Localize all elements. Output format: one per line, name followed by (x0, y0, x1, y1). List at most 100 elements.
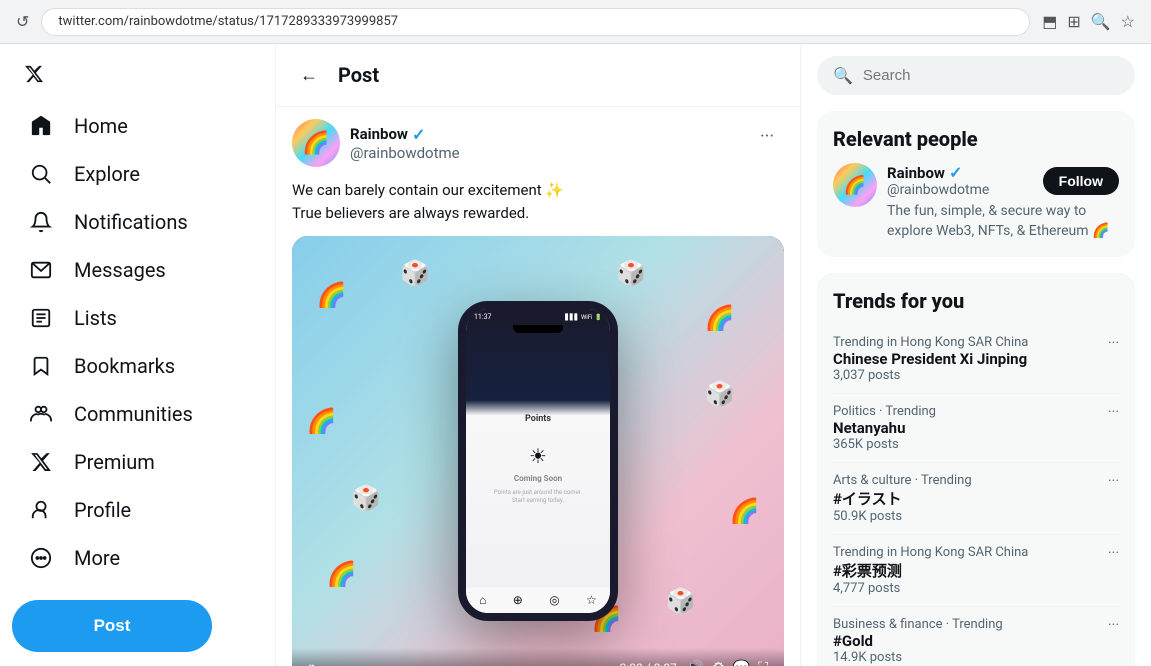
trend-content-1: Politics · Trending Netanyahu 365K posts (833, 404, 936, 452)
float-rainbow-2: 🌈 (705, 304, 735, 332)
search-icon: 🔍 (833, 66, 853, 85)
sidebar-item-home[interactable]: Home (12, 102, 144, 150)
person-avatar[interactable]: 🌈 (833, 163, 877, 207)
sidebar-item-label-messages: Messages (74, 258, 166, 282)
person-name-row: Rainbow ✓ @rainbowdotme Follow (887, 163, 1119, 198)
person-verified-badge: ✓ (949, 163, 962, 182)
trend-item-1[interactable]: Politics · Trending Netanyahu 365K posts… (833, 394, 1119, 463)
person-card: 🌈 Rainbow ✓ @rainbowdotme Follow The fun… (833, 163, 1119, 241)
post-title: Post (338, 63, 379, 87)
float-rainbow-5: 🌈 (326, 560, 356, 588)
sidebar-item-notifications[interactable]: Notifications (12, 198, 204, 246)
video-control-icons: 🔊 ⚙ 💬 ⛶ (687, 660, 768, 666)
video-controls: ⏸ 0:00 / 0:07 🔊 ⚙ 💬 ⛶ (292, 648, 784, 666)
sidebar-item-explore[interactable]: Explore (12, 150, 156, 198)
main-content: ← Post 🌈 Rainbow ✓ @rainbowdotme (275, 44, 801, 666)
trend-item-0[interactable]: Trending in Hong Kong SAR China Chinese … (833, 325, 1119, 394)
trend-item-2[interactable]: Arts & culture · Trending #イラスト 50.9K po… (833, 463, 1119, 535)
search-box[interactable]: 🔍 (817, 56, 1135, 95)
bookmarks-nav-icon (28, 355, 54, 377)
phone-coming-text: Coming Soon (514, 474, 562, 483)
trend-more-button-4[interactable]: ··· (1108, 617, 1119, 633)
sidebar-item-lists[interactable]: Lists (12, 294, 133, 342)
url-bar[interactable]: twitter.com/rainbowdotme/status/17172893… (41, 8, 1030, 36)
tweet-media[interactable]: 🌈 🎲 🌈 🎲 🌈 🎲 🌈 🎲 🌈 🎲 🌈 (292, 236, 784, 666)
trends-title: Trends for you (833, 289, 1119, 313)
sidebar-item-label-explore: Explore (74, 162, 140, 186)
trend-more-button-2[interactable]: ··· (1108, 473, 1119, 489)
trend-posts-3: 4,777 posts (833, 581, 1028, 596)
tweet-more-button[interactable]: ··· (750, 119, 784, 153)
explore-nav-icon (28, 163, 54, 185)
trend-item-4[interactable]: Business & finance · Trending #Gold 14.9… (833, 607, 1119, 666)
post-button[interactable]: Post (12, 600, 212, 652)
phone-bottom-bar: ⌂ ⊕ ◎ ☆ (466, 586, 610, 613)
float-dice-4: 🎲 (705, 380, 735, 408)
phone-sun-icon: ☀ (529, 444, 547, 468)
trend-meta-4: Business & finance · Trending (833, 617, 1003, 632)
phone-home-icon: ⌂ (479, 593, 486, 607)
phone-coming-soon: ☀ Coming Soon Points are just around the… (494, 444, 582, 506)
browser-chrome: ↺ twitter.com/rainbowdotme/status/171728… (0, 0, 1151, 44)
translate-icon[interactable]: ⊞ (1067, 12, 1080, 31)
trend-content-0: Trending in Hong Kong SAR China Chinese … (833, 335, 1028, 383)
trend-name-4: #Gold (833, 632, 1003, 650)
phone-sub-text: Points are just around the corner.Start … (494, 489, 582, 506)
sidebar-logo[interactable] (12, 52, 56, 96)
mute-button[interactable]: 🔊 (687, 660, 704, 666)
author-name: Rainbow ✓ (350, 125, 460, 144)
author-name-text: Rainbow (350, 125, 408, 143)
home-nav-icon (28, 115, 54, 137)
play-pause-button[interactable]: ⏸ (308, 660, 315, 666)
communities-nav-icon (28, 403, 54, 425)
verified-badge: ✓ (412, 125, 425, 144)
sidebar-item-premium[interactable]: Premium (12, 438, 171, 486)
sidebar-item-communities[interactable]: Communities (12, 390, 209, 438)
person-name-text: Rainbow (887, 164, 945, 182)
sidebar-item-label-notifications: Notifications (74, 210, 188, 234)
person-bio: The fun, simple, & secure way to explore… (887, 202, 1119, 241)
trend-posts-4: 14.9K posts (833, 650, 1003, 665)
bookmark-star-icon[interactable]: ☆ (1121, 12, 1135, 31)
sidebar-item-bookmarks[interactable]: Bookmarks (12, 342, 191, 390)
trend-content-3: Trending in Hong Kong SAR China #彩票预测 4,… (833, 545, 1028, 596)
float-rainbow-1: 🌈 (317, 281, 347, 309)
phone-activity-icon: ◎ (549, 593, 559, 607)
sidebar-item-more[interactable]: More (12, 534, 136, 582)
sidebar-item-messages[interactable]: Messages (12, 246, 182, 294)
trend-more-button-3[interactable]: ··· (1108, 545, 1119, 561)
tweet-line1: We can barely contain our excitement ✨ (292, 179, 784, 202)
more-nav-icon (28, 547, 54, 569)
back-button[interactable]: ← (292, 58, 326, 92)
fullscreen-button[interactable]: ⛶ (758, 660, 768, 666)
browser-actions: ⬒ ⊞ 🔍 ☆ (1042, 12, 1135, 31)
follow-button[interactable]: Follow (1043, 167, 1119, 195)
time-separator: / (646, 661, 654, 666)
refresh-icon[interactable]: ↺ (16, 12, 29, 31)
float-dice-5: 🎲 (666, 587, 696, 615)
trend-item-3[interactable]: Trending in Hong Kong SAR China #彩票预测 4,… (833, 535, 1119, 607)
float-rainbow-4: 🌈 (730, 497, 760, 525)
zoom-icon[interactable]: 🔍 (1091, 12, 1111, 31)
lists-nav-icon (28, 307, 54, 329)
avatar[interactable]: 🌈 (292, 119, 340, 167)
trend-posts-1: 365K posts (833, 437, 936, 452)
sidebar-item-profile[interactable]: Profile (12, 486, 147, 534)
sidebar-item-label-lists: Lists (74, 306, 117, 330)
trend-meta-3: Trending in Hong Kong SAR China (833, 545, 1028, 560)
time-current: 0:00 (620, 661, 643, 666)
notifications-nav-icon (28, 211, 54, 233)
trend-more-button-1[interactable]: ··· (1108, 404, 1119, 420)
relevant-people-section: Relevant people 🌈 Rainbow ✓ @rainbowdotm… (817, 111, 1135, 257)
trend-more-button-0[interactable]: ··· (1108, 335, 1119, 351)
time-total: 0:07 (654, 661, 677, 666)
cast-icon[interactable]: ⬒ (1042, 12, 1057, 31)
author-details: Rainbow ✓ @rainbowdotme (350, 125, 460, 162)
search-input[interactable] (863, 67, 1119, 84)
media-background: 🌈 🎲 🌈 🎲 🌈 🎲 🌈 🎲 🌈 🎲 🌈 (292, 236, 784, 666)
trend-name-1: Netanyahu (833, 419, 936, 437)
captions-button[interactable]: 💬 (733, 660, 750, 666)
float-dice-3: 🎲 (351, 484, 381, 512)
person-name-group: Rainbow ✓ @rainbowdotme (887, 163, 989, 198)
settings-button[interactable]: ⚙ (712, 660, 725, 666)
